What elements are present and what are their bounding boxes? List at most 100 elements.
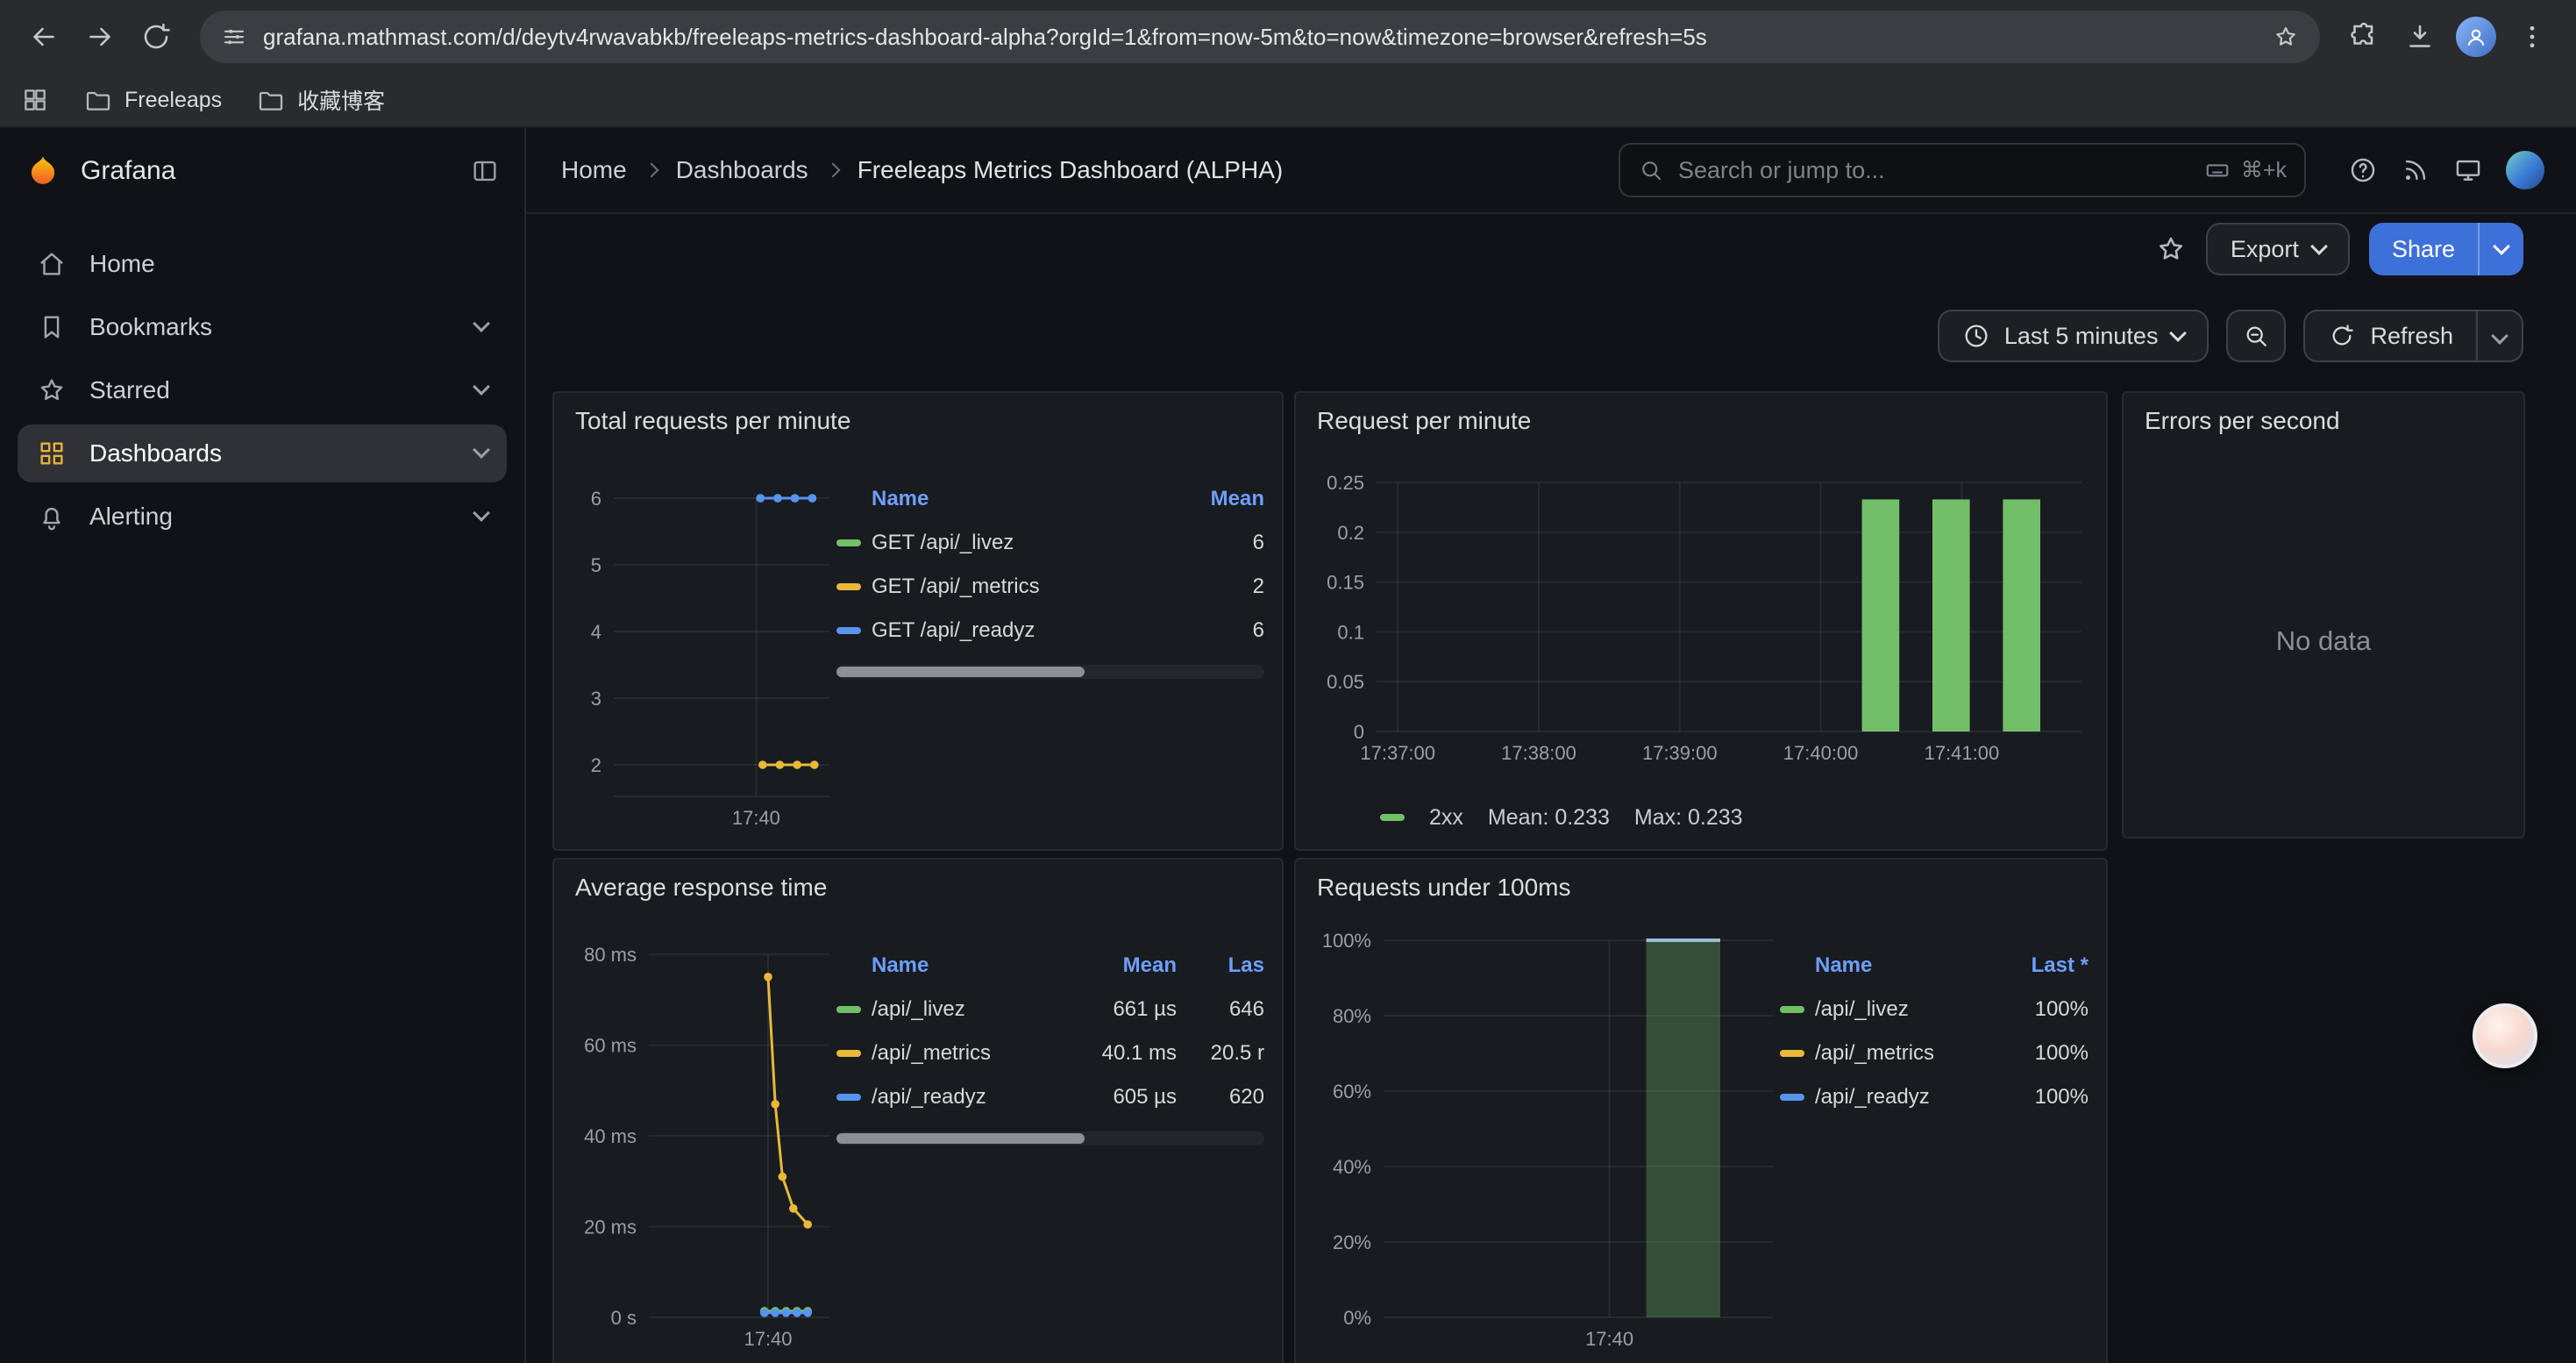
svg-text:0%: 0%	[1343, 1307, 1371, 1329]
panel-body: 0.250.20.150.10.05017:37:0017:38:0017:39…	[1296, 446, 2106, 849]
legend-scrollbar[interactable]	[836, 665, 1264, 679]
chevron-down-icon[interactable]	[473, 378, 490, 396]
site-settings-icon[interactable]	[221, 24, 247, 50]
help-icon[interactable]	[2348, 155, 2378, 185]
favorite-star-icon[interactable]	[2155, 233, 2187, 265]
chart-legend: 2xx Mean: 0.233 Max: 0.233	[1313, 800, 2089, 835]
share-button[interactable]: Share	[2369, 223, 2478, 275]
sidebar-item-alerting[interactable]: Alerting	[18, 488, 507, 546]
bookmark-folder-freeleaps[interactable]: Freeleaps	[84, 86, 222, 114]
panel-body: 80 ms60 ms40 ms20 ms0 s17:40 NameMeanLas…	[554, 912, 1282, 1363]
chevron-down-icon	[2170, 325, 2188, 342]
panel-title[interactable]: Average response time	[554, 860, 1282, 912]
panel-title[interactable]: Total requests per minute	[554, 393, 1282, 446]
panel-title[interactable]: Request per minute	[1296, 393, 2106, 446]
series-name[interactable]: 2xx	[1429, 805, 1463, 831]
sidebar-item-label: Alerting	[89, 503, 173, 531]
requests-under-100ms-chart[interactable]: 100%80%60%40%20%0%17:40	[1313, 912, 1780, 1363]
legend-table[interactable]: NameMeanLas/api/_livez661 µs646/api/_met…	[836, 944, 1264, 1145]
panel-body: 100%80%60%40%20%0%17:40 NameLast */api/_…	[1296, 912, 2106, 1363]
brand-row: Grafana	[0, 128, 524, 214]
legend-row: /api/_metrics40.1 ms20.5 r	[836, 1031, 1264, 1075]
svg-text:6: 6	[591, 488, 601, 510]
panel-title[interactable]: Requests under 100ms	[1296, 860, 2106, 912]
back-icon[interactable]	[18, 11, 70, 63]
legend-row: /api/_readyz605 µs620	[836, 1075, 1264, 1119]
bookmark-star-icon[interactable]	[2273, 24, 2299, 50]
address-bar[interactable]: grafana.mathmast.com/d/deytv4rwavabkb/fr…	[200, 11, 2320, 63]
chevron-down-icon	[2310, 238, 2328, 255]
panel-body: 6543217:40 NameMeanGET /api/_livez6GET /…	[554, 446, 1282, 849]
series-color-swatch	[1380, 814, 1405, 821]
share-label: Share	[2392, 236, 2455, 263]
extensions-icon[interactable]	[2338, 11, 2390, 63]
reload-icon[interactable]	[130, 11, 182, 63]
news-rss-icon[interactable]	[2401, 155, 2430, 185]
no-data-message: No data	[2124, 446, 2523, 837]
chevron-down-icon[interactable]	[473, 504, 490, 522]
time-controls: Last 5 minutes Refresh	[526, 309, 2576, 363]
svg-text:60 ms: 60 ms	[584, 1035, 637, 1057]
svg-text:0: 0	[1354, 721, 1364, 743]
refresh-interval-button[interactable]	[2476, 310, 2523, 362]
floating-avatar[interactable]	[2473, 1003, 2537, 1068]
home-icon	[37, 249, 67, 279]
user-avatar[interactable]	[2506, 151, 2544, 189]
chevron-right-icon	[825, 163, 840, 178]
search-input[interactable]	[1678, 157, 2190, 184]
bookmark-folder-blogs[interactable]: 收藏博客	[257, 84, 385, 116]
sidebar-item-dashboards[interactable]: Dashboards	[18, 425, 507, 482]
legend-table[interactable]: NameMeanGET /api/_livez6GET /api/_metric…	[836, 477, 1264, 679]
export-button[interactable]: Export	[2206, 223, 2350, 275]
chevron-down-icon[interactable]	[473, 441, 490, 459]
legend-table[interactable]: NameLast */api/_livez100%/api/_metrics10…	[1780, 944, 2089, 1119]
zoom-out-icon	[2242, 322, 2270, 350]
chevron-right-icon	[644, 163, 658, 178]
time-range-label: Last 5 minutes	[2004, 323, 2159, 350]
refresh-button[interactable]: Refresh	[2303, 310, 2476, 362]
url-text[interactable]: grafana.mathmast.com/d/deytv4rwavabkb/fr…	[263, 24, 2257, 51]
refresh-split-button: Refresh	[2303, 310, 2523, 362]
grafana-logo-icon[interactable]	[25, 153, 61, 189]
shortcut-label: ⌘+k	[2241, 157, 2287, 183]
search-icon	[1638, 157, 1664, 183]
dashboard-panels: Total requests per minute 6543217:40 Nam…	[526, 391, 2576, 1363]
clock-icon	[1962, 322, 1990, 350]
average-response-time-chart[interactable]: 80 ms60 ms40 ms20 ms0 s17:40	[572, 912, 836, 1363]
panel-title[interactable]: Errors per second	[2124, 393, 2523, 446]
legend-column: NameMeanGET /api/_livez6GET /api/_metric…	[836, 446, 1264, 835]
sidebar-item-bookmarks[interactable]: Bookmarks	[18, 298, 507, 356]
legend-row: GET /api/_metrics2	[836, 565, 1264, 609]
svg-text:17:37:00: 17:37:00	[1360, 742, 1435, 764]
share-menu-button[interactable]	[2478, 223, 2523, 275]
zoom-out-button[interactable]	[2226, 310, 2286, 362]
legend-scrollbar[interactable]	[836, 1131, 1264, 1145]
svg-text:17:40: 17:40	[732, 807, 780, 829]
apps-grid-icon[interactable]	[21, 86, 49, 114]
search-box[interactable]: ⌘+k	[1619, 143, 2306, 197]
profile-avatar[interactable]	[2450, 11, 2502, 63]
kiosk-monitor-icon[interactable]	[2453, 155, 2483, 185]
breadcrumb-home[interactable]: Home	[561, 156, 627, 184]
chevron-down-icon[interactable]	[473, 315, 490, 332]
breadcrumb-dashboards[interactable]: Dashboards	[676, 156, 808, 184]
request-per-minute-chart[interactable]: 0.250.20.150.10.05017:37:0017:38:0017:39…	[1313, 446, 2089, 800]
panel-errors-per-second: Errors per second No data	[2122, 391, 2525, 838]
sidebar-item-starred[interactable]: Starred	[18, 361, 507, 419]
menu-dots-icon[interactable]	[2506, 11, 2558, 63]
svg-text:5: 5	[591, 554, 601, 576]
svg-text:0.1: 0.1	[1337, 621, 1364, 643]
svg-text:20%: 20%	[1333, 1231, 1371, 1253]
download-icon[interactable]	[2394, 11, 2446, 63]
total-requests-chart[interactable]: 6543217:40	[572, 446, 836, 835]
sidebar-collapse-icon[interactable]	[470, 156, 500, 186]
time-range-picker[interactable]: Last 5 minutes	[1938, 310, 2210, 362]
legend-row: /api/_metrics100%	[1780, 1031, 2089, 1075]
forward-icon[interactable]	[74, 11, 126, 63]
series-mean: Mean: 0.233	[1488, 805, 1610, 831]
breadcrumb-current: Freeleaps Metrics Dashboard (ALPHA)	[857, 156, 1284, 184]
sidebar-item-home[interactable]: Home	[18, 235, 507, 293]
header-icons	[2348, 151, 2544, 189]
svg-text:60%: 60%	[1333, 1081, 1371, 1103]
svg-text:100%: 100%	[1322, 930, 1371, 952]
